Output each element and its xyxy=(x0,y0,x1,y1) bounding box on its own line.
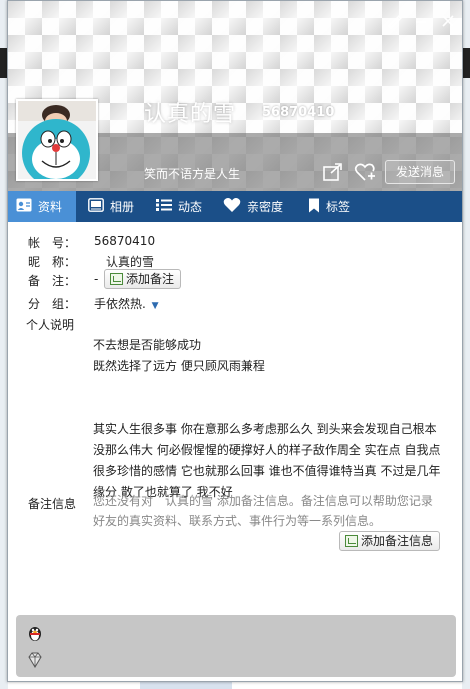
profile-nickname: 认真的雪 xyxy=(144,102,237,127)
tab-label: 亲密度 xyxy=(247,200,284,214)
add-note-info-button[interactable]: 添加备注信息 xyxy=(339,531,441,551)
bookmark-icon xyxy=(308,198,320,216)
group-dropdown[interactable]: 手依然热. ▼ xyxy=(94,295,159,312)
edit-note-icon xyxy=(345,535,358,547)
edit-note-icon xyxy=(110,273,123,285)
profile-qq-number: 56870410 xyxy=(262,105,335,120)
add-remark-label: 添加备注 xyxy=(126,272,175,286)
tab-tags[interactable]: 标签 xyxy=(300,191,364,222)
chevron-down-icon: ▼ xyxy=(151,301,159,311)
profile-window: 认真的雪 56870410 笑而不语方是人生 发送消息 资料 相册 动态 亲密度… xyxy=(7,0,463,682)
bottom-panel xyxy=(16,615,456,677)
profile-card-icon xyxy=(16,198,32,215)
close-icon[interactable] xyxy=(440,13,456,29)
heart-plus-icon[interactable] xyxy=(354,161,376,183)
note-label: 备注信息 xyxy=(28,497,77,511)
intro-label: 个人说明 xyxy=(26,318,75,332)
account-label: 帐 号： xyxy=(28,236,77,250)
brush-icon[interactable] xyxy=(386,13,403,30)
group-value: 手依然热. xyxy=(94,297,146,311)
tab-label: 资料 xyxy=(38,200,63,214)
share-icon[interactable] xyxy=(322,161,344,183)
profile-signature: 笑而不语方是人生 xyxy=(144,167,241,181)
tab-profile[interactable]: 资料 xyxy=(8,191,76,222)
tab-label: 动态 xyxy=(178,200,203,214)
tab-photos[interactable]: 相册 xyxy=(80,191,144,222)
feed-list-icon xyxy=(156,198,172,215)
note-info-text: 您还没有对 认真的雪 添加备注信息。备注信息可以帮助您记录好友的真实资料、联系方… xyxy=(93,494,433,528)
heart-icon xyxy=(223,197,241,216)
send-message-button[interactable]: 发送消息 xyxy=(385,160,455,184)
tab-feed[interactable]: 动态 xyxy=(148,191,212,222)
background-bar xyxy=(462,48,470,78)
minimize-icon[interactable] xyxy=(413,13,429,29)
tab-label: 标签 xyxy=(326,200,351,214)
photo-icon xyxy=(88,198,104,215)
background-app-right xyxy=(462,0,470,689)
profile-tabbar: 资料 相册 动态 亲密度 标签 xyxy=(8,191,462,222)
diamond-icon[interactable] xyxy=(26,651,44,669)
remark-row: 备 注： - xyxy=(8,272,462,295)
personal-intro-text: 不去想是否能够成功 既然选择了远方 便只顾风雨兼程 其实人生很多事 你在意那么多… xyxy=(93,338,441,499)
avatar[interactable] xyxy=(16,99,98,181)
tab-label: 相册 xyxy=(110,200,135,214)
tab-intimacy[interactable]: 亲密度 xyxy=(215,191,299,222)
add-note-info-label: 添加备注信息 xyxy=(361,534,434,548)
nickname-value: 认真的雪 xyxy=(106,255,155,269)
remark-value: - xyxy=(94,272,99,286)
add-remark-button[interactable]: 添加备注 xyxy=(104,269,182,289)
group-label: 分 组： xyxy=(28,297,77,311)
nickname-label: 昵 称： xyxy=(28,255,77,269)
account-value: 56870410 xyxy=(94,234,156,248)
remark-label: 备 注： xyxy=(28,274,77,288)
qq-penguin-icon[interactable] xyxy=(26,624,44,642)
background-app-bottom xyxy=(140,682,232,689)
